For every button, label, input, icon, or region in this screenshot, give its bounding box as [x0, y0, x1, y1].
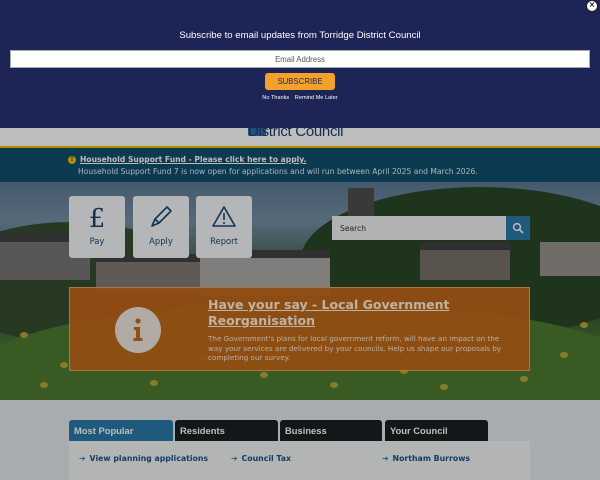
promo-title-link[interactable]: Have your say - Local Government Reorgan… [208, 297, 508, 329]
pound-sign-icon: £ [69, 204, 125, 234]
subscribe-button[interactable]: SUBSCRIBE [265, 73, 335, 90]
quick-link-report[interactable]: Report [196, 196, 252, 258]
tab-residents[interactable]: Residents [175, 420, 278, 441]
quick-link-label: Report [210, 236, 238, 246]
link-label[interactable]: View planning applications [90, 454, 209, 463]
pencil-icon [133, 204, 189, 228]
quick-link-label: Apply [149, 236, 173, 246]
tab-business[interactable]: Business [280, 420, 382, 441]
promo-panel: Have your say - Local Government Reorgan… [69, 287, 530, 371]
arrow-right-icon: ➔ [231, 454, 238, 463]
alert-banner: ! Household Support Fund - Please click … [0, 146, 600, 182]
arrow-right-icon: ➔ [79, 454, 86, 463]
search-icon [512, 222, 524, 234]
email-field[interactable] [10, 50, 590, 68]
link-council-tax[interactable]: ➔ Council Tax [231, 454, 291, 463]
modal-title: Subscribe to email updates from Torridge… [179, 30, 421, 41]
subscribe-modal: Subscribe to email updates from Torridge… [0, 0, 600, 128]
link-label[interactable]: Northam Burrows [393, 454, 471, 463]
remind-me-later-link[interactable]: Remind Me Later [295, 95, 338, 101]
info-icon [115, 307, 161, 353]
info-icon: ! [68, 156, 76, 164]
modal-dismiss-links: No Thanks Remind Me Later [0, 95, 600, 101]
warning-icon [196, 204, 252, 228]
alert-text: Household Support Fund 7 is now open for… [78, 167, 478, 176]
quick-link-pay[interactable]: £ Pay [69, 196, 125, 258]
tab-your-council[interactable]: Your Council [385, 420, 488, 441]
search-input[interactable] [332, 216, 506, 240]
search-button[interactable] [506, 216, 530, 240]
link-northam-burrows[interactable]: ➔ Northam Burrows [382, 454, 470, 463]
arrow-right-icon: ➔ [382, 454, 389, 463]
quick-link-label: Pay [89, 236, 105, 246]
svg-text:£: £ [89, 204, 106, 230]
tab-most-popular[interactable]: Most Popular [69, 420, 173, 441]
promo-description: The Government's plans for local governm… [208, 334, 502, 363]
link-view-planning-applications[interactable]: ➔ View planning applications [79, 454, 208, 463]
close-icon[interactable]: × [586, 0, 598, 12]
no-thanks-link[interactable]: No Thanks [262, 95, 289, 101]
household-support-fund-link[interactable]: Household Support Fund - Please click he… [80, 155, 306, 164]
quick-link-apply[interactable]: Apply [133, 196, 189, 258]
link-label[interactable]: Council Tax [242, 454, 291, 463]
